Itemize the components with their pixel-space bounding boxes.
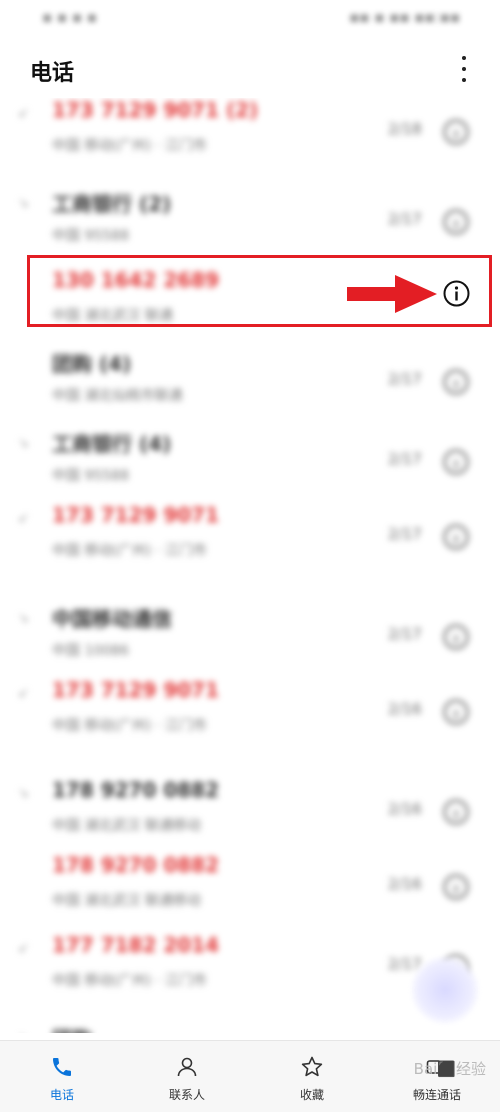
call-direction-icon: ↘ bbox=[18, 786, 29, 801]
tab-phone-label: 电话 bbox=[49, 1088, 74, 1102]
status-left: ▪ ▪ ▪ ▪ bbox=[42, 8, 97, 26]
tab-contacts-label: 联系人 bbox=[168, 1088, 205, 1102]
caller-location: 中国 湖北武汉 联通移动 bbox=[52, 818, 201, 834]
call-direction-icon: ↘ bbox=[18, 611, 29, 626]
tab-contacts[interactable]: 联系人 bbox=[137, 1041, 237, 1112]
caller-name: 工商银行 (2) bbox=[52, 192, 172, 216]
caller-location: 中国 湖北仙桃市联通 bbox=[52, 388, 183, 404]
call-direction-icon: ↘ bbox=[18, 196, 29, 211]
info-icon[interactable] bbox=[442, 368, 470, 396]
call-log-list[interactable]: ↙ 173 7129 9071 (2) 中国 移动(广州) · 江门市 2/18 ↘ 工商… bbox=[0, 98, 500, 1033]
call-date: 2/16 bbox=[388, 800, 422, 818]
call-date: 2/17 bbox=[388, 625, 422, 643]
call-direction-icon: ↘ bbox=[18, 436, 29, 451]
info-icon[interactable] bbox=[442, 698, 470, 726]
info-icon[interactable] bbox=[442, 208, 470, 236]
tab-video-call-label: 畅连通话 bbox=[412, 1088, 461, 1102]
caller-location: 中国 95588 bbox=[52, 228, 129, 244]
more-dot-icon bbox=[462, 56, 466, 60]
call-date: 2/16 bbox=[388, 875, 422, 893]
info-icon[interactable] bbox=[442, 448, 470, 476]
caller-name: 173 7129 9071 (2) bbox=[52, 98, 259, 122]
call-date: 2/18 bbox=[388, 120, 422, 138]
tab-phone[interactable]: 电话 bbox=[12, 1041, 112, 1112]
status-bar: ▪ ▪ ▪ ▪ ▪▪ ▪ ▪▪ ▪▪:▪▪ bbox=[0, 0, 500, 36]
call-direction-icon: ↙ bbox=[18, 686, 29, 701]
caller-name: 173 7129 9071 bbox=[52, 678, 220, 702]
caller-name: 团购 (4) bbox=[52, 352, 132, 376]
call-direction-icon: ↙ bbox=[18, 106, 29, 121]
caller-location: 中国 移动(广州) · 江门市 bbox=[52, 973, 207, 989]
call-date: 2/17 bbox=[388, 450, 422, 468]
info-icon[interactable] bbox=[442, 279, 471, 308]
caller-location: 中国 移动(广州) · 江门市 bbox=[52, 718, 207, 734]
watermark: Bai⬛经验 bbox=[413, 1060, 486, 1078]
status-right: ▪▪ ▪ ▪▪ ▪▪:▪▪ bbox=[349, 8, 460, 26]
dialpad-fab[interactable] bbox=[410, 955, 480, 1025]
caller-name: 178 9270 0882 bbox=[52, 853, 220, 877]
more-dot-icon bbox=[462, 67, 466, 71]
call-direction-icon: ↙ bbox=[18, 511, 29, 526]
more-dot-icon bbox=[462, 78, 466, 82]
star-icon bbox=[301, 1056, 323, 1077]
info-icon[interactable] bbox=[442, 523, 470, 551]
caller-location: 中国 移动(广州) · 江门市 bbox=[52, 543, 207, 559]
caller-location: 中国 95588 bbox=[52, 468, 129, 484]
info-icon[interactable] bbox=[442, 798, 470, 826]
call-direction-icon: ↙ bbox=[18, 941, 29, 956]
caller-location: 中国 湖北武汉 联通移动 bbox=[52, 893, 201, 909]
caller-location: 中国 移动(广州) · 江门市 bbox=[52, 138, 207, 154]
caller-name: 177 7182 2014 bbox=[52, 933, 220, 957]
caller-name: 173 7129 9071 bbox=[52, 503, 220, 527]
app-header: 电话 bbox=[0, 40, 500, 98]
info-icon[interactable] bbox=[442, 873, 470, 901]
call-date: 2/17 bbox=[388, 210, 422, 228]
page-title: 电话 bbox=[30, 61, 75, 86]
caller-name: 团购 bbox=[52, 1023, 92, 1033]
info-icon[interactable] bbox=[442, 118, 470, 146]
caller-name: 178 9270 0882 bbox=[52, 778, 220, 802]
person-icon bbox=[177, 1057, 197, 1077]
tab-favorites-label: 收藏 bbox=[299, 1088, 324, 1102]
call-direction-icon: ↘ bbox=[18, 1031, 29, 1033]
caller-name: 中国移动通信 bbox=[52, 607, 172, 631]
caller-name: 工商银行 (4) bbox=[52, 432, 172, 456]
tab-favorites[interactable]: 收藏 bbox=[262, 1041, 362, 1112]
info-icon[interactable] bbox=[442, 623, 470, 651]
call-date: 2/16 bbox=[388, 700, 422, 718]
annotation-arrow-icon bbox=[347, 275, 437, 313]
more-options-button[interactable] bbox=[452, 54, 476, 84]
caller-location: 中国 10086 bbox=[52, 643, 129, 659]
phone-icon bbox=[53, 1058, 71, 1076]
call-date: 2/17 bbox=[388, 525, 422, 543]
call-date: 2/17 bbox=[388, 370, 422, 388]
